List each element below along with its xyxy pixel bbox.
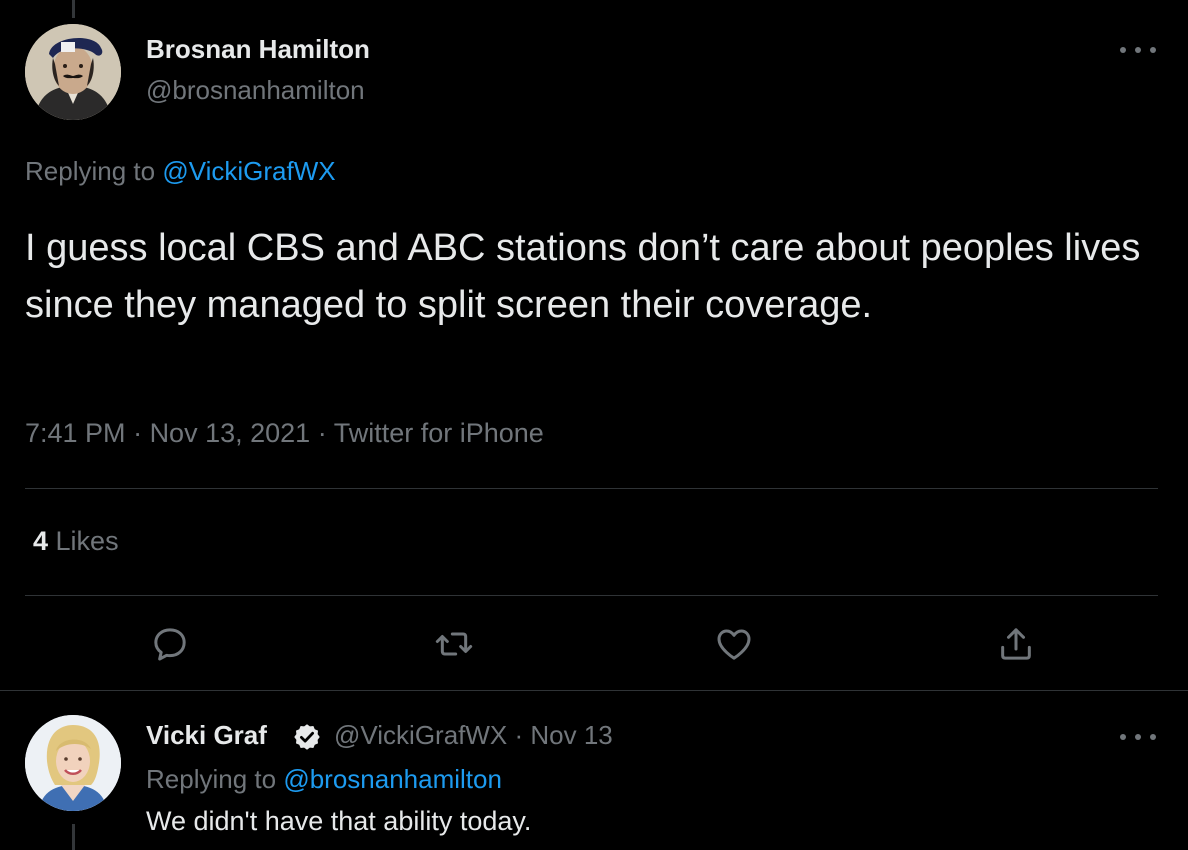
author-name[interactable]: Brosnan Hamilton [146, 34, 370, 65]
reply-handle-line: @VickiGrafWX · Nov 13 [334, 720, 613, 751]
like-button[interactable] [710, 620, 758, 668]
divider [25, 595, 1158, 596]
avatar-vicki[interactable] [25, 715, 121, 811]
tweet-meta: 7:41 PM · Nov 13, 2021 · Twitter for iPh… [25, 418, 544, 449]
meta-separator: · [310, 418, 334, 448]
reply-icon [154, 628, 186, 661]
thread-line-bottom [72, 824, 75, 850]
meta-separator: · [125, 418, 150, 448]
replying-to-mention[interactable]: @VickiGrafWX [162, 156, 335, 186]
tweet-source[interactable]: Twitter for iPhone [334, 418, 544, 448]
reply-date[interactable]: Nov 13 [530, 720, 612, 750]
reply-button[interactable] [146, 620, 194, 668]
tweet-date[interactable]: Nov 13, 2021 [150, 418, 311, 448]
reply-replying-prefix: Replying to [146, 764, 284, 794]
reply-text: We didn't have that ability today. [146, 806, 532, 836]
divider [25, 488, 1158, 489]
more-options-icon[interactable] [1120, 44, 1156, 56]
reply-author-name[interactable]: Vicki Graf [146, 720, 267, 751]
tweet-text: I guess local CBS and ABC stations don’t… [25, 227, 1141, 326]
heart-icon [717, 629, 751, 660]
reply-replying-to: Replying to @brosnanhamilton [146, 764, 502, 795]
likes-label: Likes [48, 526, 119, 556]
share-button[interactable] [992, 620, 1040, 668]
replying-prefix: Replying to [25, 156, 163, 186]
likes-count-link[interactable]: 4 Likes [33, 526, 119, 557]
reply-more-options-icon[interactable] [1120, 731, 1156, 743]
reply-author-handle[interactable]: @VickiGrafWX [334, 720, 507, 750]
tweet-separator [0, 690, 1188, 691]
tweet-time[interactable]: 7:41 PM [25, 418, 126, 448]
likes-count: 4 [33, 526, 49, 556]
author-handle[interactable]: @brosnanhamilton [146, 75, 365, 106]
replying-to: Replying to @VickiGrafWX [25, 156, 336, 187]
retweet-icon [435, 632, 473, 656]
retweet-button[interactable] [430, 620, 478, 668]
share-icon [1001, 628, 1031, 660]
verified-badge-icon [292, 722, 322, 752]
reply-separator: · [507, 720, 531, 750]
avatar-brosnan[interactable] [25, 24, 121, 120]
reply-replying-to-mention[interactable]: @brosnanhamilton [283, 764, 502, 794]
main-tweet: Brosnan Hamilton @brosnanhamilton Replyi… [0, 0, 1188, 690]
